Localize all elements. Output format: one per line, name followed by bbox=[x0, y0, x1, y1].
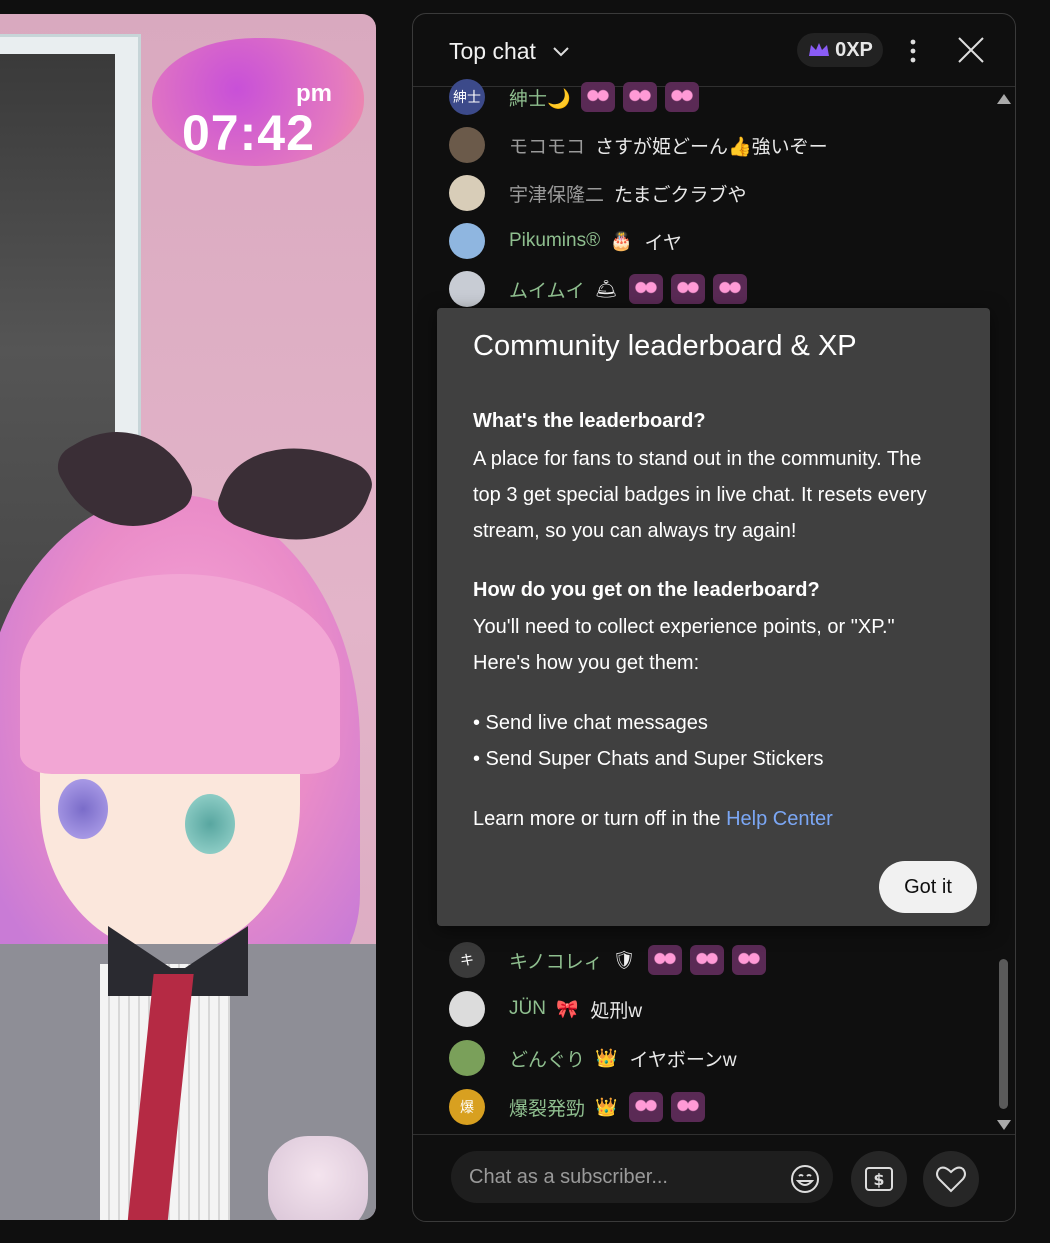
chat-author-name[interactable]: キノコレィ bbox=[509, 947, 603, 974]
chat-message-text: さすが姫どーん👍強いぞー bbox=[595, 136, 828, 158]
chat-author-name[interactable]: どんぐり bbox=[509, 1045, 585, 1072]
avatar-eye-right bbox=[185, 794, 235, 854]
chat-author-name[interactable]: 宇津保隆二 bbox=[509, 180, 604, 207]
xp-button[interactable]: 0XP bbox=[797, 33, 883, 67]
custom-emote-icon bbox=[671, 274, 706, 304]
help-center-link[interactable]: Help Center bbox=[726, 808, 833, 830]
avatar[interactable] bbox=[449, 223, 485, 259]
avatar-bangs bbox=[20, 574, 340, 774]
answer-2-line: You'll need to collect experience points… bbox=[473, 616, 895, 638]
member-badge-icon: 🎀 bbox=[555, 998, 579, 1019]
video-player[interactable]: pm 07:42 bbox=[0, 14, 376, 1220]
answer-2-line: Here's how you get them: bbox=[473, 652, 700, 674]
chat-message[interactable]: 宇津保隆二 たまごクラブや bbox=[449, 173, 746, 213]
chat-author-name[interactable]: モコモコ bbox=[509, 132, 585, 159]
chat-author-name[interactable]: 紳士🌙 bbox=[509, 84, 571, 111]
chat-message[interactable]: キキノコレィ 🛡 bbox=[449, 940, 774, 980]
chat-message[interactable]: どんぐり 👑 イヤボーンw bbox=[449, 1038, 737, 1078]
custom-emote-icon bbox=[731, 945, 766, 975]
avatar[interactable] bbox=[449, 991, 485, 1027]
super-chat-button[interactable]: $ bbox=[851, 1151, 907, 1207]
chat-author-name[interactable]: JÜN bbox=[509, 998, 546, 1020]
scroll-down-arrow-icon[interactable] bbox=[997, 1120, 1011, 1130]
answer-1-line: stream, so you can always try again! bbox=[473, 520, 797, 542]
popup-title: Community leaderboard & XP bbox=[473, 330, 857, 362]
learn-more-text: Learn more or turn off in the bbox=[473, 808, 727, 830]
heart-icon bbox=[936, 1166, 966, 1193]
chat-message[interactable]: Pikumins® 🎂 イヤ bbox=[449, 221, 682, 261]
avatar[interactable]: 紳士 bbox=[449, 79, 485, 115]
avatar[interactable] bbox=[449, 175, 485, 211]
chat-author-name[interactable]: 爆裂発勁 bbox=[509, 1094, 585, 1121]
leaderboard-info-popup: Community leaderboard & XP What's the le… bbox=[437, 308, 990, 926]
custom-emote-icon bbox=[622, 82, 657, 112]
avatar-eye-left bbox=[58, 779, 108, 839]
avatar[interactable]: 爆 bbox=[449, 1089, 485, 1125]
custom-emote-icon bbox=[580, 82, 615, 112]
popup-learn-more: Learn more or turn off in the Help Cente… bbox=[473, 801, 963, 837]
popup-answer-2: You'll need to collect experience points… bbox=[473, 609, 963, 681]
avatar[interactable] bbox=[449, 271, 485, 307]
custom-emote-icon bbox=[647, 945, 682, 975]
more-options-icon[interactable] bbox=[901, 38, 925, 64]
custom-emote-icon bbox=[629, 1092, 664, 1122]
chat-mode-title[interactable]: Top chat bbox=[449, 38, 536, 65]
member-badge-icon: 🛡 bbox=[612, 949, 636, 970]
like-button[interactable] bbox=[923, 1151, 979, 1207]
close-icon[interactable] bbox=[955, 34, 987, 66]
avatar[interactable] bbox=[449, 127, 485, 163]
chat-author-name[interactable]: Pikumins® bbox=[509, 230, 600, 252]
popup-bullet-list: • Send live chat messages • Send Super C… bbox=[473, 705, 963, 777]
bullet-item: • Send live chat messages bbox=[473, 712, 708, 734]
answer-1-line: A place for fans to stand out in the com… bbox=[473, 448, 922, 470]
chat-input[interactable] bbox=[451, 1151, 833, 1203]
chat-message[interactable]: モコモコ さすが姫どーん👍強いぞー bbox=[449, 125, 828, 165]
member-badge-icon: 👑 bbox=[595, 1047, 618, 1068]
avatar[interactable]: キ bbox=[449, 942, 485, 978]
chat-message-text: 処刑w bbox=[590, 1000, 643, 1022]
scroll-up-arrow-icon[interactable] bbox=[997, 94, 1011, 104]
chat-message[interactable]: 紳士 紳士🌙 bbox=[449, 77, 707, 117]
chat-message[interactable]: 爆爆裂発勁 👑 bbox=[449, 1087, 713, 1127]
avatar[interactable] bbox=[449, 1040, 485, 1076]
svg-text:$: $ bbox=[873, 1170, 884, 1189]
custom-emote-icon bbox=[689, 945, 724, 975]
scrollbar-thumb[interactable] bbox=[999, 959, 1008, 1109]
chat-input-bar: $ bbox=[413, 1134, 1015, 1221]
clock-overlay: pm 07:42 bbox=[152, 38, 364, 166]
chat-author-name[interactable]: ムイムイ bbox=[509, 276, 585, 303]
popup-answer-1: A place for fans to stand out in the com… bbox=[473, 441, 963, 549]
chat-message[interactable]: JÜN 🎀 処刑w bbox=[449, 989, 642, 1029]
xp-value: 0XP bbox=[835, 38, 873, 61]
crown-icon bbox=[809, 43, 830, 56]
chibi-mascot bbox=[268, 1136, 368, 1220]
popup-question-1: What's the leaderboard? bbox=[473, 410, 706, 432]
bullet-item: • Send Super Chats and Super Stickers bbox=[473, 748, 824, 770]
custom-emote-icon bbox=[713, 274, 748, 304]
member-badge-icon: 👑 bbox=[595, 1096, 618, 1117]
chat-message-text: たまごクラブや bbox=[614, 184, 747, 206]
chat-message-text: イヤ bbox=[644, 232, 682, 254]
custom-emote-icon bbox=[629, 274, 664, 304]
clock-time: 07:42 bbox=[182, 105, 315, 161]
answer-1-line: top 3 get special badges in live chat. I… bbox=[473, 484, 927, 506]
got-it-button[interactable]: Got it bbox=[879, 861, 977, 913]
emoji-icon[interactable] bbox=[789, 1163, 821, 1195]
chevron-down-icon[interactable] bbox=[551, 42, 571, 62]
custom-emote-icon bbox=[664, 82, 699, 112]
chat-message[interactable]: ムイムイ 🛎 bbox=[449, 269, 755, 309]
popup-question-2: How do you get on the leaderboard? bbox=[473, 579, 820, 601]
dollar-sign-icon: $ bbox=[865, 1167, 893, 1191]
member-badge-icon: 🎂 bbox=[610, 230, 633, 251]
member-badge-icon: 🛎 bbox=[594, 278, 618, 299]
chat-message-text: イヤボーンw bbox=[629, 1049, 737, 1071]
custom-emote-icon bbox=[671, 1092, 706, 1122]
